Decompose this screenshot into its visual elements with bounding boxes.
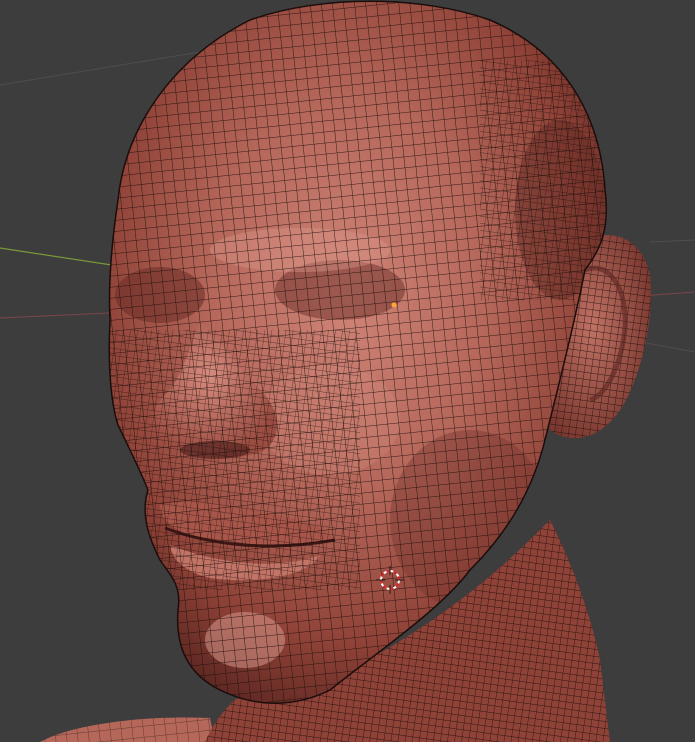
selected-vertex[interactable]: [391, 302, 397, 308]
viewport-grid-line-right-top: [649, 239, 695, 243]
viewport-canvas[interactable]: [0, 0, 695, 742]
3d-viewport[interactable]: [0, 0, 695, 742]
viewport-grid-line: [0, 51, 201, 86]
